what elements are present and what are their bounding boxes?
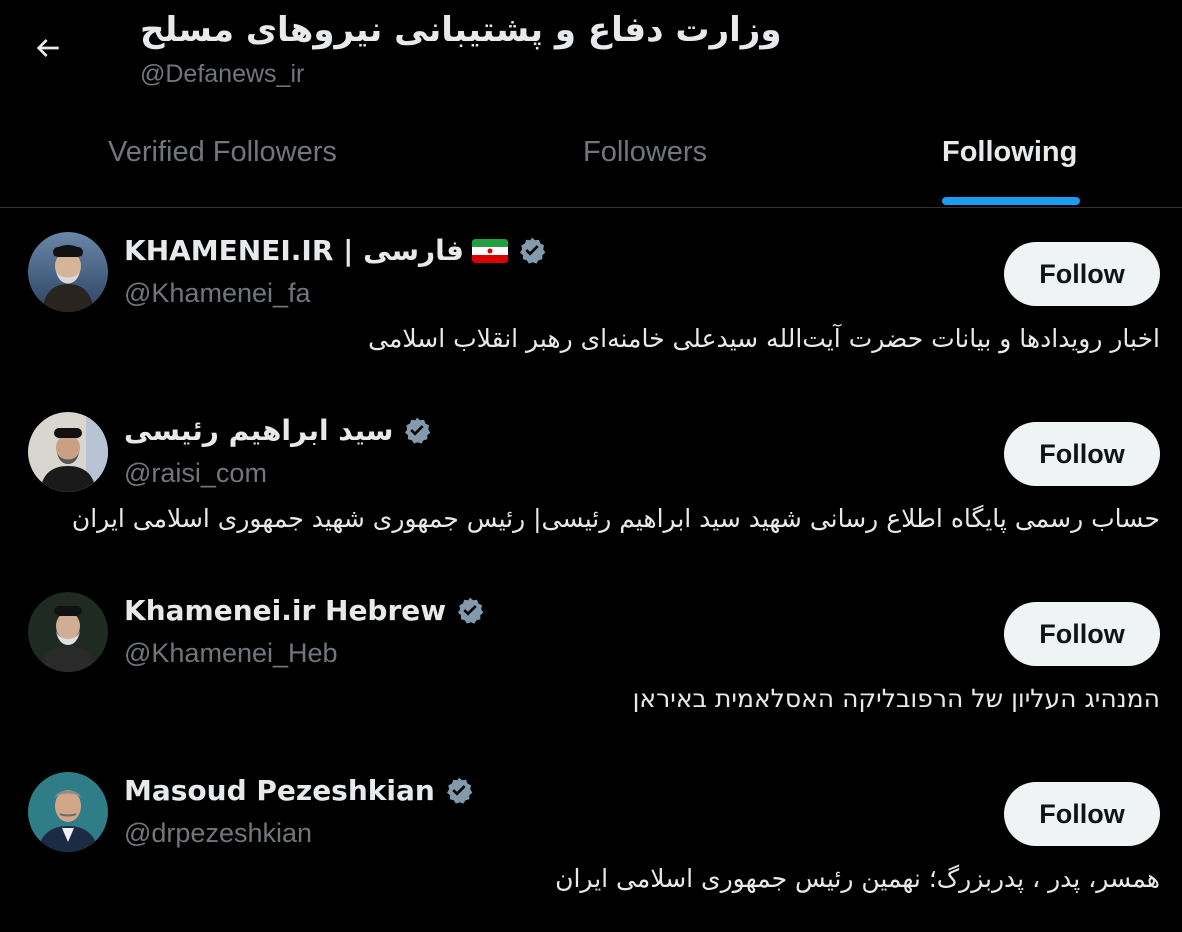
- verified-badge-icon: [401, 415, 433, 447]
- avatar[interactable]: [28, 592, 108, 672]
- follow-button[interactable]: Follow: [1004, 602, 1160, 666]
- page-title: وزارت دفاع و پشتیبانی نیروهای مسلح: [140, 10, 782, 50]
- user-handle[interactable]: @raisi_com: [124, 458, 267, 489]
- user-display-name[interactable]: Khamenei.ir Hebrew: [124, 594, 446, 627]
- user-cell[interactable]: سید ابراهیم رئیسی @raisi_com Follow حساب…: [0, 388, 1182, 568]
- user-bio: همسر، پدر ، پدربزرگ؛ نهمین رئیس جمهوری ا…: [555, 864, 1160, 893]
- user-display-name[interactable]: Masoud Pezeshkian: [124, 774, 435, 807]
- user-display-name[interactable]: سید ابراهیم رئیسی: [124, 414, 393, 447]
- user-name-line[interactable]: Khamenei.ir Hebrew: [124, 594, 486, 627]
- iran-flag-icon: [471, 238, 508, 263]
- user-handle[interactable]: @Khamenei_fa: [124, 278, 311, 309]
- tab-followers[interactable]: Followers: [583, 136, 707, 169]
- user-handle[interactable]: @drpezeshkian: [124, 818, 312, 849]
- user-bio: حساب رسمی پایگاه اطلاع رسانی شهید سید اب…: [71, 504, 1160, 533]
- user-cell[interactable]: Khamenei.ir Hebrew @Khamenei_Heb Follow …: [0, 568, 1182, 748]
- tab-verified-followers[interactable]: Verified Followers: [108, 136, 337, 169]
- account-handle: @Defanews_ir: [140, 60, 305, 88]
- verified-badge-icon: [454, 595, 486, 627]
- follow-button[interactable]: Follow: [1004, 782, 1160, 846]
- active-tab-indicator: [942, 197, 1080, 205]
- tab-bar: Verified Followers Followers Following: [0, 112, 1182, 208]
- user-name-line[interactable]: Masoud Pezeshkian: [124, 774, 475, 807]
- avatar[interactable]: [28, 232, 108, 312]
- user-cell[interactable]: Masoud Pezeshkian @drpezeshkian Follow ه…: [0, 748, 1182, 928]
- tab-following[interactable]: Following: [942, 136, 1077, 169]
- user-cell[interactable]: KHAMENEI.IR | فارسی @Khamenei_fa Follow …: [0, 208, 1182, 388]
- verified-badge-icon: [443, 775, 475, 807]
- follow-button[interactable]: Follow: [1004, 422, 1160, 486]
- back-button[interactable]: [26, 26, 70, 70]
- user-bio: اخبار رویدادها و بیانات حضرت آیت‌الله سی…: [368, 324, 1160, 353]
- verified-badge-icon: [516, 235, 548, 267]
- arrow-left-icon: [36, 39, 59, 57]
- user-name-line[interactable]: KHAMENEI.IR | فارسی: [124, 234, 548, 267]
- user-bio: המנהיג העליון של הרפובליקה האסלאמית באיר…: [632, 684, 1160, 713]
- follow-button[interactable]: Follow: [1004, 242, 1160, 306]
- user-name-line[interactable]: سید ابراهیم رئیسی: [124, 414, 433, 447]
- user-display-name[interactable]: KHAMENEI.IR | فارسی: [124, 234, 464, 267]
- profile-header: وزارت دفاع و پشتیبانی نیروهای مسلح @Defa…: [0, 0, 1182, 110]
- avatar[interactable]: [28, 772, 108, 852]
- user-handle[interactable]: @Khamenei_Heb: [124, 638, 338, 669]
- avatar[interactable]: [28, 412, 108, 492]
